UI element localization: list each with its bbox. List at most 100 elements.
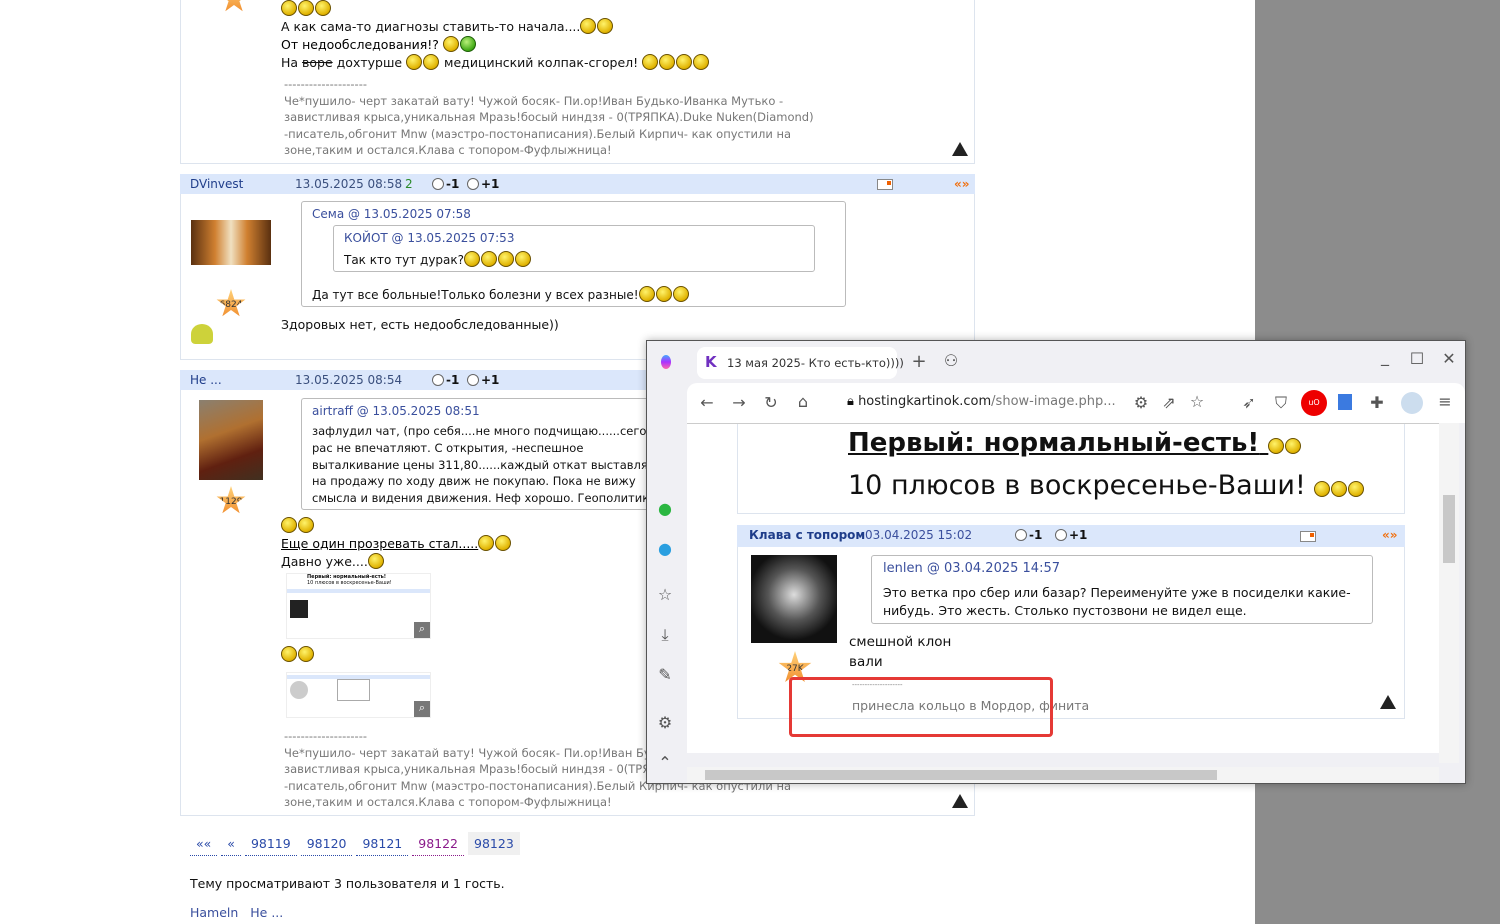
image-thumbnail[interactable]: ⌕ bbox=[286, 672, 431, 718]
post-text: На bbox=[281, 55, 303, 70]
extensions-side-icon[interactable]: ✎ bbox=[655, 665, 675, 684]
browser-window: K 13 мая 2025- Кто есть-кто)))) + ⚇ _ ☐ … bbox=[646, 340, 1466, 784]
minimize-icon[interactable]: _ bbox=[1375, 347, 1395, 366]
rating-star-icon bbox=[219, 0, 249, 12]
page-link[interactable]: 98119 bbox=[244, 832, 297, 856]
forward-icon[interactable]: → bbox=[729, 393, 749, 412]
post-text: медицинский колпак-сгорел! bbox=[440, 55, 643, 70]
translate-icon[interactable] bbox=[1338, 394, 1352, 410]
blocked-extension-icon[interactable]: ⚙ bbox=[1131, 393, 1151, 412]
favorites-icon[interactable]: ☆ bbox=[655, 585, 675, 604]
avatar[interactable] bbox=[191, 220, 271, 265]
zoom-icon: ⌕ bbox=[414, 701, 430, 717]
report-icon[interactable] bbox=[952, 142, 968, 156]
username[interactable]: DVinvest bbox=[190, 177, 243, 191]
close-icon[interactable]: ✕ bbox=[1439, 349, 1459, 368]
browser-logo-icon[interactable] bbox=[661, 355, 671, 369]
sidebar: ● ● ☆ ⤓ ✎ ⚙ ⌃ bbox=[647, 491, 687, 781]
rating-star: 6824 bbox=[216, 289, 246, 317]
signature: Че*пушило- черт закатай вату! Чужой бося… bbox=[284, 93, 814, 158]
bookmark-star-icon[interactable]: ☆ bbox=[1187, 392, 1207, 411]
report-icon[interactable] bbox=[952, 794, 968, 808]
post-text: Давно уже.... bbox=[281, 554, 368, 569]
whatsapp-icon[interactable]: ● bbox=[655, 499, 675, 518]
ublock-icon[interactable]: uO bbox=[1301, 390, 1327, 416]
avatar bbox=[751, 555, 837, 643]
image-subtitle: 10 плюсов в воскресенье-Ваши! bbox=[848, 470, 1306, 501]
username[interactable]: Не ... bbox=[190, 373, 222, 387]
private-message-icon[interactable] bbox=[877, 179, 893, 190]
image-viewer: Первый: нормальный-есть! 10 плюсов в вос… bbox=[687, 423, 1439, 753]
quote-button[interactable]: «» bbox=[954, 177, 970, 191]
horizontal-scrollbar[interactable] bbox=[687, 767, 1439, 783]
page-link[interactable]: 98120 bbox=[300, 832, 353, 856]
post-text: Здоровых нет, есть недообследованные)) bbox=[281, 317, 559, 332]
vote-minus[interactable]: -1 bbox=[432, 177, 459, 191]
profile-avatar[interactable] bbox=[1401, 392, 1423, 414]
quote-header[interactable]: airtraff @ 13.05.2025 08:51 bbox=[312, 404, 480, 418]
extensions-icon[interactable]: ✚ bbox=[1367, 393, 1387, 412]
shield-icon[interactable]: ⛉ bbox=[1271, 393, 1291, 413]
quote-header[interactable]: КОЙОТ @ 13.05.2025 07:53 bbox=[344, 231, 514, 245]
pagination: «« «98119 98120 98121 98122 98123 bbox=[190, 832, 524, 856]
incognito-icon[interactable]: ⚇ bbox=[941, 351, 961, 370]
new-tab-icon[interactable]: + bbox=[909, 351, 929, 372]
post-text: А как сама-то диагнозы ставить-то начала… bbox=[281, 19, 581, 34]
share-icon[interactable]: ⇗ bbox=[1159, 393, 1179, 412]
post-text: От недообследования!? bbox=[281, 37, 439, 52]
post-date[interactable]: 13.05.2025 08:54 bbox=[295, 373, 402, 387]
quote-text: Так кто тут дурак? bbox=[344, 253, 465, 267]
vertical-scrollbar[interactable] bbox=[1439, 423, 1459, 763]
post-text: воре bbox=[302, 55, 333, 70]
zoom-icon: ⌕ bbox=[414, 622, 430, 638]
post-link[interactable]: Еще один прозревать стал..... bbox=[281, 536, 478, 551]
highlight-box bbox=[789, 677, 1053, 737]
collapse-icon[interactable]: ⌃ bbox=[655, 753, 675, 772]
vote-minus[interactable]: -1 bbox=[432, 373, 459, 387]
forum-post: А как сама-то диагнозы ставить-то начала… bbox=[180, 0, 975, 164]
menu-icon[interactable]: ≡ bbox=[1435, 392, 1455, 411]
viewer-link[interactable]: Hameln bbox=[190, 905, 238, 920]
viewers-count: Тему просматривают 3 пользователя и 1 го… bbox=[190, 876, 505, 891]
post-header: DVinvest 13.05.2025 08:58 2 -1 +1 «» bbox=[180, 174, 975, 194]
page-link[interactable]: 98121 bbox=[356, 832, 409, 856]
vote-plus[interactable]: +1 bbox=[467, 177, 499, 191]
image-title: Первый: нормальный-есть! bbox=[848, 428, 1260, 458]
nested-quote: КОЙОТ @ 13.05.2025 07:53 Так кто тут дур… bbox=[333, 225, 815, 272]
telegram-icon[interactable]: ● bbox=[655, 539, 675, 558]
post-header: Клава с топором 03.04.2025 15:02 -1 +1 «… bbox=[737, 525, 1405, 547]
page-first[interactable]: «« bbox=[190, 832, 218, 856]
home-icon[interactable]: ⌂ bbox=[793, 392, 813, 411]
award-icon bbox=[191, 324, 213, 344]
image-thumbnail[interactable]: Первый: нормальный-есть! 10 плюсов в вос… bbox=[286, 573, 431, 639]
maximize-icon[interactable]: ☐ bbox=[1407, 349, 1427, 368]
avatar[interactable] bbox=[199, 400, 263, 480]
viewer-link[interactable]: Не ... bbox=[250, 905, 283, 920]
browser-tab[interactable]: K 13 мая 2025- Кто есть-кто)))) bbox=[697, 347, 904, 379]
back-icon[interactable]: ← bbox=[697, 393, 717, 412]
signature-separator: -------------------- bbox=[284, 77, 367, 91]
quote-text: Да тут все больные!Только болезни у всех… bbox=[312, 288, 639, 302]
vote-plus[interactable]: +1 bbox=[467, 373, 499, 387]
rating-star: 1129 bbox=[216, 486, 246, 514]
score: 2 bbox=[405, 177, 413, 191]
site-favicon-icon: K bbox=[705, 353, 717, 371]
tab-title: 13 мая 2025- Кто есть-кто)))) bbox=[727, 356, 904, 370]
post-date[interactable]: 13.05.2025 08:58 bbox=[295, 177, 402, 191]
page-link[interactable]: 98122 bbox=[412, 832, 465, 856]
post-text: дохтурше bbox=[332, 55, 407, 70]
toolbar: ← → ↻ ⌂ 🔒︎ hostingkartinok.com/show-imag… bbox=[687, 383, 1465, 423]
lock-icon: 🔒︎ bbox=[847, 394, 854, 409]
page-prev[interactable]: « bbox=[221, 832, 241, 856]
settings-icon[interactable]: ⚙ bbox=[655, 713, 675, 732]
address-bar[interactable]: 🔒︎ hostingkartinok.com/show-image.php... bbox=[847, 394, 1116, 409]
page-current[interactable]: 98123 bbox=[468, 832, 520, 855]
reload-icon[interactable]: ↻ bbox=[761, 393, 781, 412]
quote-header[interactable]: Сема @ 13.05.2025 07:58 bbox=[312, 207, 471, 221]
quote-block: Сема @ 13.05.2025 07:58 КОЙОТ @ 13.05.20… bbox=[301, 201, 846, 307]
forum-post: 6824 Сема @ 13.05.2025 07:58 КОЙОТ @ 13.… bbox=[180, 194, 975, 360]
quote-text: зафлудил чат, (про себя....не много подч… bbox=[312, 424, 661, 509]
downloads-icon[interactable]: ⤓ bbox=[655, 625, 675, 645]
rocket-icon[interactable]: ➶ bbox=[1239, 393, 1259, 412]
quote-block: airtraff @ 13.05.2025 08:51 зафлудил чат… bbox=[301, 398, 661, 510]
